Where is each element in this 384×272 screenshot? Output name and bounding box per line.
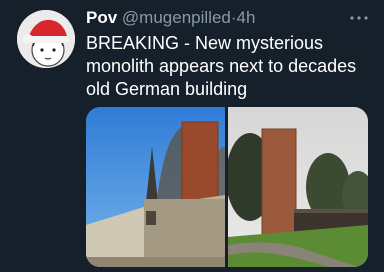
more-horizontal-icon[interactable]: [350, 7, 368, 25]
timestamp[interactable]: 4h: [237, 8, 256, 27]
media-image-1[interactable]: [86, 107, 225, 267]
avatar[interactable]: [17, 10, 75, 68]
display-name[interactable]: Pov: [86, 8, 117, 27]
tweet[interactable]: Pov @mugenpilled·4h BREAKING - New myste…: [0, 0, 384, 272]
user-handle[interactable]: @mugenpilled: [122, 8, 231, 27]
tweet-text: BREAKING - New mysterious monolith appea…: [86, 33, 357, 99]
tweet-header: Pov @mugenpilled·4h: [86, 7, 384, 29]
tweet-media[interactable]: [86, 107, 368, 267]
media-image-2[interactable]: [228, 107, 368, 267]
avatar-image: [17, 10, 75, 68]
